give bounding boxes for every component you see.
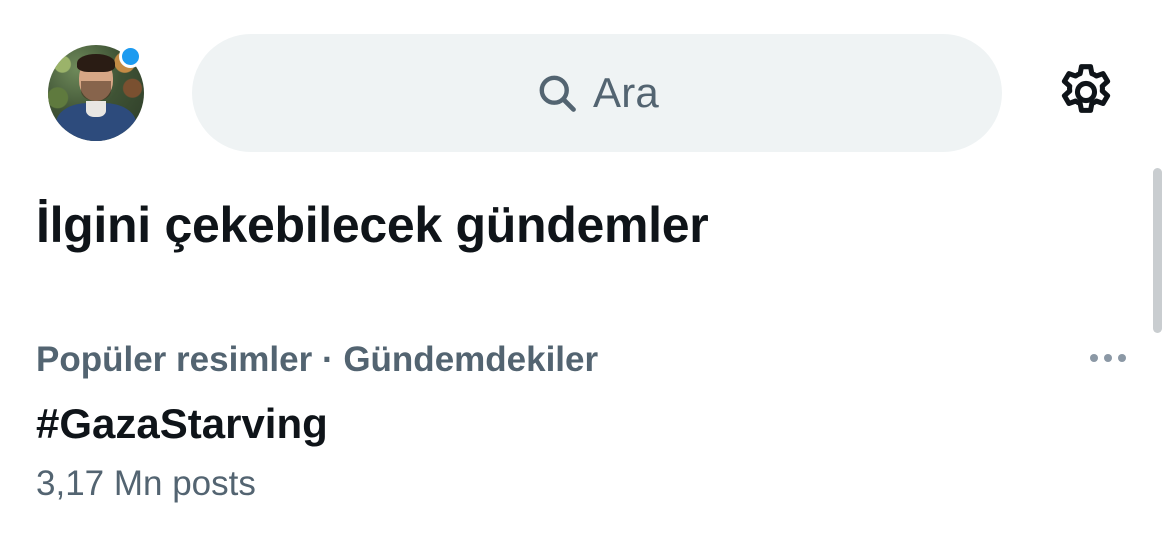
settings-button[interactable] bbox=[1050, 58, 1122, 130]
search-icon bbox=[535, 71, 579, 115]
profile-avatar-button[interactable] bbox=[48, 45, 144, 141]
trend-item[interactable]: Popüler resimler · Gündemdekiler #GazaSt… bbox=[0, 330, 1150, 510]
search-placeholder: Ara bbox=[593, 69, 659, 116]
scrollbar[interactable] bbox=[1153, 168, 1162, 333]
explore-page: Ara İlgini çekebilecek gündemler Popüler… bbox=[0, 0, 1170, 535]
gear-icon bbox=[1054, 60, 1118, 129]
trend-context: Popüler resimler · Gündemdekiler bbox=[36, 340, 599, 379]
trend-name[interactable]: #GazaStarving bbox=[36, 400, 328, 448]
search-input[interactable]: Ara bbox=[192, 34, 1002, 152]
notification-dot bbox=[119, 45, 142, 68]
more-horizontal-icon bbox=[1090, 354, 1098, 362]
trend-post-count: 3,17 Mn posts bbox=[36, 464, 256, 503]
more-options-button[interactable] bbox=[1080, 346, 1136, 370]
section-title: İlgini çekebilecek gündemler bbox=[36, 197, 709, 253]
